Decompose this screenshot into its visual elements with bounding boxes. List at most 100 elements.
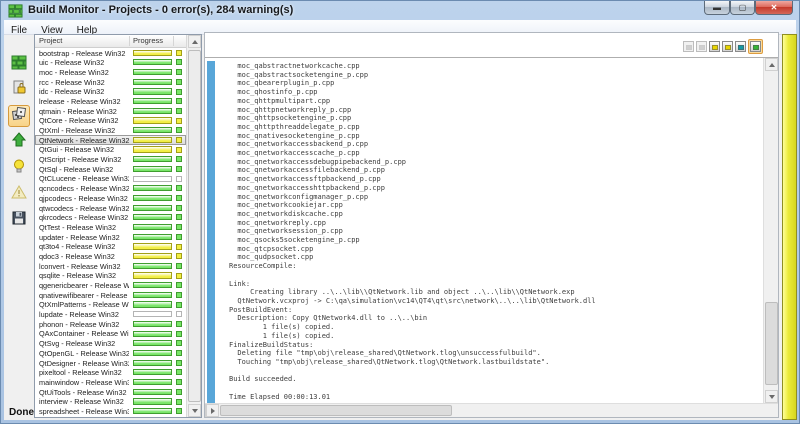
hints-lightbulb-button[interactable]: [8, 157, 30, 179]
status-square: [176, 321, 182, 327]
arrow-down-icon: [769, 395, 775, 399]
project-name: qnativewifibearer - Release ...: [39, 291, 129, 300]
log-filter-button[interactable]: [696, 41, 707, 52]
status-square: [176, 214, 182, 220]
status-square: [176, 302, 182, 308]
log-filter-button[interactable]: [735, 41, 746, 52]
project-row[interactable]: QtScript - Release Win32: [35, 155, 186, 165]
project-row[interactable]: updater - Release Win32: [35, 232, 186, 242]
project-row[interactable]: qdoc3 - Release Win32: [35, 251, 186, 261]
minimize-icon: ▬: [713, 4, 721, 12]
publish-arrow-button[interactable]: [8, 131, 30, 153]
status-square: [176, 176, 182, 182]
minimize-button[interactable]: ▬: [704, 1, 730, 15]
progress-bar: [133, 331, 172, 337]
project-name: mainwindow - Release Win32: [39, 378, 129, 387]
project-row[interactable]: qgenericbearer - Release Win32: [35, 281, 186, 291]
client-area: FileViewHelp Project Progress bootstrap …: [4, 20, 796, 420]
project-row[interactable]: phonon - Release Win32: [35, 319, 186, 329]
project-row[interactable]: QAxContainer - Release Win32: [35, 329, 186, 339]
project-row[interactable]: lconvert - Release Win32: [35, 261, 186, 271]
project-row[interactable]: spreadsheet - Release Win32: [35, 406, 186, 416]
scroll-up-button[interactable]: [765, 58, 778, 71]
project-row[interactable]: qkrcodecs - Release Win32: [35, 213, 186, 223]
progress-bar: [133, 263, 172, 269]
log-filter-button[interactable]: [748, 39, 763, 54]
build-bricks-button[interactable]: [8, 53, 30, 75]
scroll-right-button[interactable]: [206, 404, 219, 417]
project-row[interactable]: bootstrap - Release Win32: [35, 48, 186, 58]
project-row[interactable]: idc - Release Win32: [35, 87, 186, 97]
save-disk-button[interactable]: [8, 209, 30, 231]
scroll-thumb[interactable]: [765, 302, 778, 385]
log-vertical-scrollbar[interactable]: [763, 58, 778, 403]
project-row[interactable]: lrelease - Release Win32: [35, 96, 186, 106]
scroll-thumb[interactable]: [220, 405, 452, 416]
project-row[interactable]: qcncodecs - Release Win32: [35, 184, 186, 194]
project-row[interactable]: QtCLucene - Release Win32: [35, 174, 186, 184]
project-row[interactable]: qnativewifibearer - Release ...: [35, 290, 186, 300]
project-row[interactable]: interview - Release Win32: [35, 397, 186, 407]
close-icon: ✕: [771, 4, 778, 12]
project-row[interactable]: QtCore - Release Win32: [35, 116, 186, 126]
scroll-down-button[interactable]: [188, 404, 201, 417]
log-filter-button[interactable]: [683, 41, 694, 52]
project-row[interactable]: QtGui - Release Win32: [35, 145, 186, 155]
progress-bar: [133, 205, 172, 211]
status-square: [176, 147, 182, 153]
project-row[interactable]: QtUiTools - Release Win32: [35, 387, 186, 397]
project-row[interactable]: pixeltool - Release Win32: [35, 368, 186, 378]
project-row[interactable]: QtXmlPatterns - Release Win32: [35, 300, 186, 310]
log-filter-icon: [696, 41, 707, 52]
scroll-up-button[interactable]: [188, 35, 201, 48]
progress-bar: [133, 398, 172, 404]
log-filter-info-icon: [735, 41, 746, 52]
project-row[interactable]: qtwcodecs - Release Win32: [35, 203, 186, 213]
status-square: [176, 50, 182, 56]
title-bar[interactable]: Build Monitor - Projects - 0 error(s), 2…: [1, 1, 799, 20]
log-view[interactable]: moc_qabstractnetworkcache.cpp moc_qabstr…: [205, 58, 778, 403]
project-row[interactable]: QtDesigner - Release Win32: [35, 358, 186, 368]
project-row[interactable]: QtSvg - Release Win32: [35, 339, 186, 349]
scroll-thumb[interactable]: [188, 50, 201, 402]
log-filter-button[interactable]: [722, 41, 733, 52]
project-row[interactable]: uic - Release Win32: [35, 58, 186, 68]
project-row-selected[interactable]: QtNetwork - Release Win32: [35, 135, 186, 145]
maximize-button[interactable]: ▢: [730, 1, 755, 15]
project-name: qjpcodecs - Release Win32: [39, 194, 129, 203]
column-divider: [173, 36, 174, 46]
scroll-down-button[interactable]: [765, 390, 778, 403]
project-name: QtNetwork - Release Win32: [39, 136, 129, 145]
log-horizontal-scrollbar[interactable]: [205, 403, 778, 417]
progress-bar: [133, 127, 172, 133]
status-square: [176, 205, 182, 211]
log-text: moc_qabstractnetworkcache.cpp moc_qabstr…: [229, 62, 596, 401]
project-row[interactable]: qtmain - Release Win32: [35, 106, 186, 116]
close-button[interactable]: ✕: [755, 1, 793, 15]
column-header-progress[interactable]: Progress: [133, 36, 163, 45]
project-name: updater - Release Win32: [39, 233, 129, 242]
project-row[interactable]: QtSql - Release Win32: [35, 164, 186, 174]
project-row[interactable]: moc - Release Win32: [35, 67, 186, 77]
project-row[interactable]: lupdate - Release Win32: [35, 310, 186, 320]
projects-dice-button[interactable]: [8, 105, 30, 127]
project-row[interactable]: mainwindow - Release Win32: [35, 377, 186, 387]
errors-page-button[interactable]: [8, 79, 30, 101]
status-square: [176, 137, 182, 143]
project-row[interactable]: QtTest - Release Win32: [35, 222, 186, 232]
project-row[interactable]: qsqlite - Release Win32: [35, 271, 186, 281]
project-row[interactable]: rcc - Release Win32: [35, 77, 186, 87]
warnings-triangle-button[interactable]: [8, 183, 30, 205]
side-toolbar: [4, 36, 34, 420]
project-row[interactable]: qt3to4 - Release Win32: [35, 242, 186, 252]
progress-bar: [133, 389, 172, 395]
column-divider: [129, 36, 130, 46]
list-scrollbar[interactable]: [186, 35, 201, 417]
column-header-project[interactable]: Project: [39, 36, 62, 45]
project-row[interactable]: qjpcodecs - Release Win32: [35, 193, 186, 203]
project-row[interactable]: QtOpenGL - Release Win32: [35, 348, 186, 358]
project-row[interactable]: QtXml - Release Win32: [35, 126, 186, 136]
progress-bar: [133, 253, 172, 259]
log-filter-button[interactable]: [709, 41, 720, 52]
project-name: qgenericbearer - Release Win32: [39, 281, 129, 290]
